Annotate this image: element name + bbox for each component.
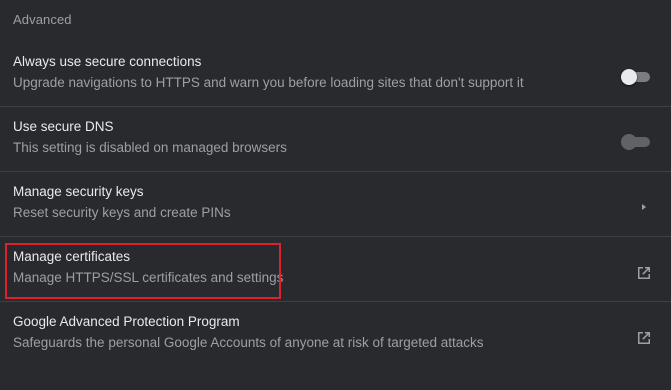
secure-dns-toggle[interactable] [621, 134, 650, 150]
divider [0, 301, 671, 302]
divider [0, 106, 671, 107]
arrow-right-icon[interactable] [639, 201, 649, 213]
setting-description: Reset security keys and create PINs [13, 205, 231, 220]
setting-title: Google Advanced Protection Program [13, 314, 240, 329]
divider [0, 236, 671, 237]
setting-title: Use secure DNS [13, 119, 114, 134]
setting-description: This setting is disabled on managed brow… [13, 140, 287, 155]
setting-description: Safeguards the personal Google Accounts … [13, 335, 484, 350]
open-external-icon[interactable] [635, 329, 653, 347]
secure-connections-toggle[interactable] [621, 69, 650, 85]
setting-row-always-use-secure-connections[interactable]: Always use secure connections Upgrade na… [0, 45, 671, 109]
setting-row-advanced-protection-program[interactable]: Google Advanced Protection Program Safeg… [0, 305, 671, 369]
section-title: Advanced [13, 12, 72, 27]
setting-title: Always use secure connections [13, 54, 202, 69]
setting-row-manage-security-keys[interactable]: Manage security keys Reset security keys… [0, 175, 671, 239]
highlight-box [5, 243, 281, 299]
setting-description: Upgrade navigations to HTTPS and warn yo… [13, 75, 524, 90]
divider [0, 171, 671, 172]
toggle-knob [621, 134, 637, 150]
toggle-knob [621, 69, 637, 85]
setting-row-use-secure-dns[interactable]: Use secure DNS This setting is disabled … [0, 110, 671, 174]
setting-title: Manage security keys [13, 184, 144, 199]
open-external-icon[interactable] [635, 264, 653, 282]
